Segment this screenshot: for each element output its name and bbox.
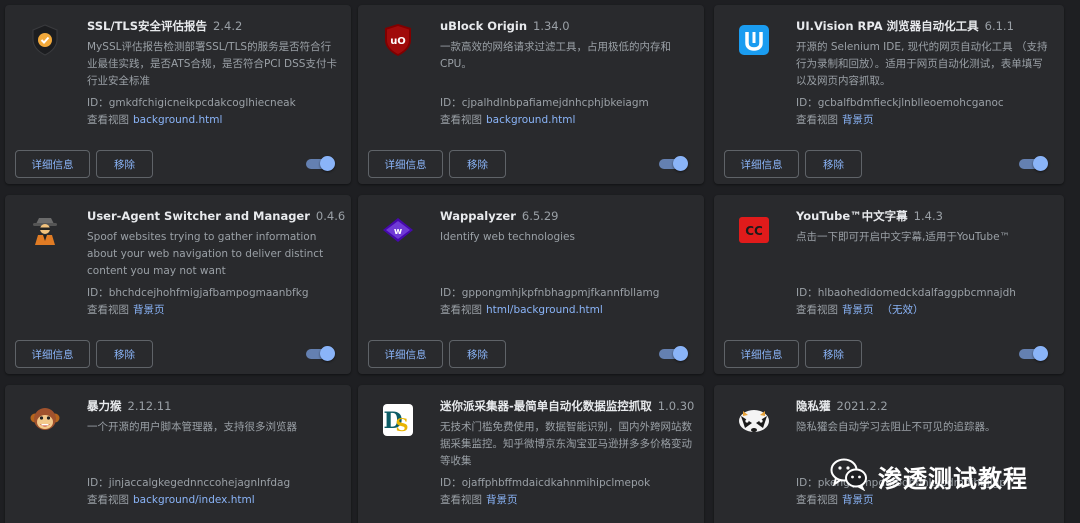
enable-toggle[interactable] [306, 156, 335, 172]
remove-button[interactable]: 移除 [805, 340, 862, 368]
extension-id: ID：gcbalfbdmfieckjlnblleoemohcganoc [796, 97, 1004, 109]
extension-name: SSL/TLS安全评估报告 [87, 19, 208, 33]
inspect-view-link[interactable]: 背景页 [842, 304, 874, 316]
wappalyzer-icon: w [379, 211, 417, 249]
remove-button[interactable]: 移除 [805, 150, 862, 178]
extension-description: 点击一下即可开启中文字幕,适用于YouTube™ [796, 231, 1011, 243]
extension-card-wappalyzer: w Wappalyzer 6.5.29 Identify web technolo… [358, 195, 704, 374]
extension-card-minipie: D S 迷你派采集器-最简单自动化数据监控抓取 1.0.30 无技术门槛免费使用，… [358, 385, 704, 523]
extension-description: 一款高效的网络请求过滤工具，占用极低的内存和CPU。 [440, 41, 671, 70]
watermark-text: 渗透测试教程 [878, 464, 1028, 493]
extension-id: ID：gmkdfchigicneikpcdakcoglhiecneak [87, 97, 296, 109]
remove-button[interactable]: 移除 [96, 340, 153, 368]
extension-description: 隐私獾会自动学习去阻止不可见的追踪器。 [796, 421, 996, 433]
inspect-views: 查看视图 background.html [87, 114, 223, 126]
shield-check-icon [26, 21, 64, 59]
details-button[interactable]: 详细信息 [15, 340, 90, 368]
enable-toggle[interactable] [1019, 346, 1048, 362]
extension-version: 1.34.0 [533, 19, 570, 33]
extension-version: 1.0.30 [657, 399, 695, 413]
uivision-icon [735, 21, 773, 59]
extension-description: 无技术门槛免费使用，数据智能识别，国内外跨网站数据采集监控。知乎微博京东淘宝亚马… [440, 421, 692, 467]
extension-name: 暴力猴 [87, 399, 122, 413]
extension-card-uivision: UI.Vision RPA 浏览器自动化工具 6.1.1 开源的 Selenium… [714, 5, 1064, 184]
enable-toggle[interactable] [659, 156, 688, 172]
inspect-views: 查看视图 background.html [440, 114, 576, 126]
inspect-views: 查看视图 背景页 （无效） [796, 304, 924, 316]
extension-card-ublock: uO uBlock Origin 1.34.0 一款高效的网络请求过滤工具，占用极… [358, 5, 704, 184]
inspect-view-link[interactable]: background.html [486, 114, 575, 126]
svg-text:uO: uO [390, 36, 406, 47]
ds-logo-icon: D S [379, 401, 417, 439]
extension-id: ID：ojaffphbffmdaicdkahnmihipclmepok [440, 477, 651, 489]
extension-version: 1.4.3 [913, 209, 943, 223]
extension-name: Wappalyzer [440, 209, 516, 223]
details-button[interactable]: 详细信息 [368, 150, 443, 178]
svg-text:w: w [394, 227, 402, 237]
inspect-view-link[interactable]: background.html [133, 114, 222, 126]
extension-card-violentmonkey: 暴力猴 2.12.11 一个开源的用户脚本管理器，支持很多浏览器 ID：jinja… [5, 385, 351, 523]
inspect-views: 查看视图 背景页 [87, 304, 165, 316]
inspect-view-link[interactable]: background/index.html [133, 494, 255, 506]
extension-id: ID：cjpalhdlnbpafiamejdnhcphjbkeiagm [440, 97, 649, 109]
extension-name: uBlock Origin [440, 19, 528, 33]
extension-id: ID：gppongmhjkpfnbhagpmjfkannfbllamg [440, 287, 660, 299]
details-button[interactable]: 详细信息 [15, 150, 90, 178]
remove-button[interactable]: 移除 [449, 150, 506, 178]
details-button[interactable]: 详细信息 [368, 340, 443, 368]
inspect-views: 查看视图 背景页 [796, 114, 874, 126]
extension-description: Spoof websites trying to gather informat… [87, 231, 324, 277]
extension-description: 一个开源的用户脚本管理器，支持很多浏览器 [87, 421, 297, 433]
extension-name: 隐私獾 [796, 399, 831, 413]
extension-card-youtube-cc: CC YouTube™中文字幕 1.4.3 点击一下即可开启中文字幕,适用于You… [714, 195, 1064, 374]
extension-name: YouTube™中文字幕 [796, 209, 908, 223]
extension-description: Identify web technologies [440, 231, 575, 243]
remove-button[interactable]: 移除 [96, 150, 153, 178]
extensions-grid: SSL/TLS安全评估报告 2.4.2 MySSL评估报告检测部署SSL/TLS的… [0, 0, 1080, 523]
extension-version: 2.12.11 [127, 399, 172, 413]
extension-card-useragent: User-Agent Switcher and Manager 0.4.6 Spo… [5, 195, 351, 374]
extension-version: 6.5.29 [521, 209, 559, 223]
extension-card-ssl: SSL/TLS安全评估报告 2.4.2 MySSL评估报告检测部署SSL/TLS的… [5, 5, 351, 184]
extension-version: 6.1.1 [984, 19, 1014, 33]
cc-subtitle-icon: CC [735, 211, 773, 249]
inspect-views: 查看视图 background/index.html [87, 494, 255, 506]
extension-id: ID：bhchdcejhohfmigjafbampogmaanbfkg [87, 287, 309, 299]
extension-description: MySSL评估报告检测部署SSL/TLS的服务是否符合行业最佳实践，是否ATS合… [87, 41, 337, 87]
extension-id: ID：hlbaohedidomedckdalfaggpbcmnajdh [796, 287, 1016, 299]
inspect-view-link[interactable]: 背景页 [486, 494, 518, 506]
spy-agent-icon [26, 211, 64, 249]
extension-version: 2021.2.2 [836, 399, 888, 413]
details-button[interactable]: 详细信息 [724, 150, 799, 178]
extension-description: 开源的 Selenium IDE, 现代的网页自动化工具 （支持行为录制和回放）… [796, 41, 1048, 87]
ublock-shield-icon: uO [379, 21, 417, 59]
extension-name: 迷你派采集器-最简单自动化数据监控抓取 [440, 399, 652, 413]
inspect-view-link[interactable]: 背景页 [842, 114, 874, 126]
svg-text:CC: CC [745, 224, 763, 238]
watermark: 渗透测试教程 [830, 456, 1028, 496]
enable-toggle[interactable] [659, 346, 688, 362]
svg-text:S: S [396, 415, 409, 436]
wechat-icon [830, 457, 868, 495]
remove-button[interactable]: 移除 [449, 340, 506, 368]
extension-version: 0.4.6 [315, 209, 346, 223]
details-button[interactable]: 详细信息 [724, 340, 799, 368]
extension-name: User-Agent Switcher and Manager [87, 209, 310, 223]
enable-toggle[interactable] [1019, 156, 1048, 172]
badger-icon [735, 401, 773, 439]
inspect-view-link[interactable]: 背景页 [133, 304, 165, 316]
extension-name: UI.Vision RPA 浏览器自动化工具 [796, 19, 979, 33]
inactive-label: （无效） [881, 304, 924, 316]
extension-card-privacy-badger: 隐私獾 2021.2.2 隐私獾会自动学习去阻止不可见的追踪器。 ID：pkehg… [714, 385, 1064, 523]
inspect-views: 查看视图 背景页 [440, 494, 518, 506]
inspect-views: 查看视图 html/background.html [440, 304, 603, 316]
extension-version: 2.4.2 [213, 19, 243, 33]
inspect-view-link[interactable]: html/background.html [486, 304, 603, 316]
monkey-icon [26, 401, 64, 439]
enable-toggle[interactable] [306, 346, 335, 362]
extension-id: ID：jinjaccalgkegednnccohejagnlnfdag [87, 477, 291, 489]
